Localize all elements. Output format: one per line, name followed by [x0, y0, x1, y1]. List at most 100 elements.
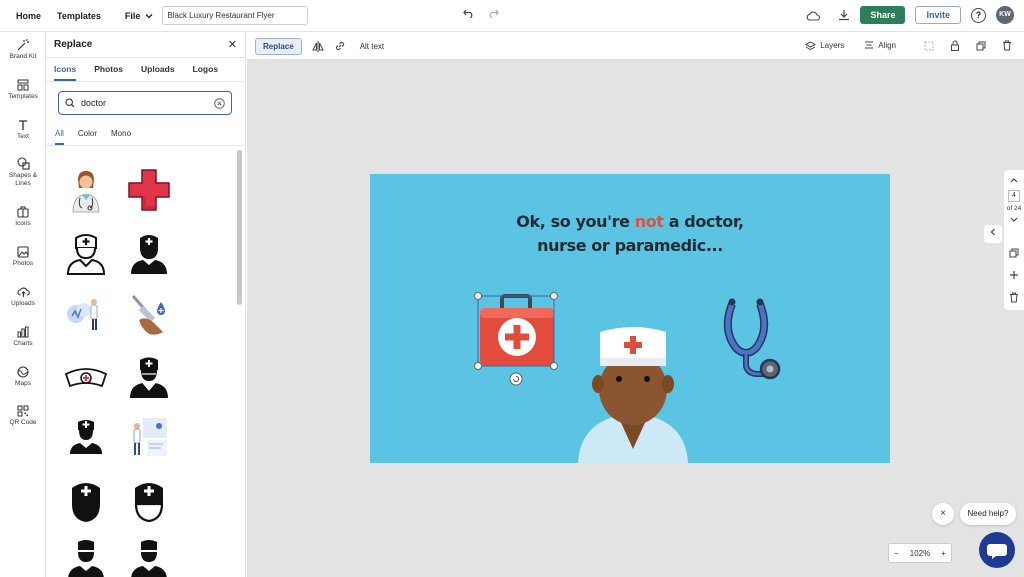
first-aid-kit-icon[interactable]	[474, 290, 566, 390]
search-icon	[65, 98, 75, 108]
rail-item-label: Text	[17, 133, 29, 140]
collapse-pages-button[interactable]	[984, 225, 1002, 243]
rail-item-label: QR Code	[9, 419, 37, 426]
replace-button[interactable]: Replace	[255, 37, 302, 55]
duplicate-icon[interactable]	[976, 41, 986, 51]
icon-results-grid	[54, 156, 234, 577]
link-icon[interactable]	[334, 40, 346, 52]
doctor-illustration-icon[interactable]	[62, 290, 110, 338]
stethoscope-icon[interactable]	[720, 294, 786, 380]
top-bar: Home Templates File Black Luxury Restaur…	[0, 0, 1024, 32]
filter-all[interactable]: All	[55, 126, 64, 145]
copy-page-icon[interactable]	[1009, 248, 1019, 258]
current-page-input[interactable]: 4	[1008, 190, 1020, 202]
surgeon-silhouette-icon[interactable]	[62, 414, 110, 462]
zoom-control: − 102% +	[888, 543, 952, 563]
tab-logos[interactable]: Logos	[193, 58, 219, 81]
rail-item-icons[interactable]: Icons	[0, 206, 46, 228]
rail-item-text[interactable]: Text	[0, 119, 46, 141]
rail-item-charts[interactable]: Charts	[0, 326, 46, 348]
need-help-bubble[interactable]: Need help?	[960, 503, 1016, 525]
zoom-in-button[interactable]: +	[941, 549, 946, 558]
share-button[interactable]: Share	[860, 6, 906, 24]
nurse-illustration[interactable]	[576, 324, 690, 463]
zoom-level[interactable]: 102%	[910, 549, 930, 558]
replace-panel: Replace ✕ Icons Photos Uploads Logos doc…	[46, 32, 246, 577]
home-link[interactable]: Home	[16, 11, 41, 21]
nurse-silhouette-icon[interactable]	[125, 228, 173, 276]
alt-text-button[interactable]: Alt text	[360, 42, 384, 51]
rail-item-qr-code[interactable]: QR Code	[0, 405, 46, 427]
delete-page-icon[interactable]	[1009, 292, 1019, 303]
rail-item-label: Templates	[8, 93, 38, 100]
rail-item-label: Photos	[12, 260, 34, 267]
doctors-illustration-icon[interactable]	[125, 414, 173, 462]
chevron-up-icon[interactable]	[1009, 176, 1019, 184]
templates-icon	[17, 79, 29, 91]
layers-button[interactable]: Layers	[820, 41, 844, 50]
redo-icon[interactable]	[488, 9, 499, 18]
rail-item-shapes-lines[interactable]: Shapes & Lines	[0, 157, 46, 188]
dismiss-help-button[interactable]: ×	[932, 503, 954, 525]
top-right-actions: Share Invite ? KW	[806, 6, 1014, 24]
female-doctor-icon[interactable]	[62, 166, 110, 214]
map-icon	[17, 366, 29, 378]
panel-title: Replace	[54, 39, 93, 50]
filter-mono[interactable]: Mono	[111, 126, 131, 145]
panel-tabs: Icons Photos Uploads Logos	[46, 58, 245, 82]
rail-item-templates[interactable]: Templates	[0, 79, 46, 101]
flip-icon[interactable]	[311, 40, 324, 52]
photos-icon	[17, 246, 29, 258]
position-icon[interactable]	[924, 41, 934, 51]
injection-hand-icon[interactable]	[125, 290, 173, 338]
rail-item-maps[interactable]: Maps	[0, 366, 46, 388]
file-menu[interactable]: File	[125, 11, 154, 21]
templates-link[interactable]: Templates	[57, 11, 101, 21]
chat-icon	[987, 544, 1007, 559]
tab-icons[interactable]: Icons	[54, 58, 77, 81]
surgeon-mask-alt-icon[interactable]	[125, 538, 173, 577]
rail-item-brand-kit[interactable]: Brand Kit	[0, 39, 46, 61]
chat-button[interactable]	[979, 532, 1015, 568]
nurse-cap-icon[interactable]	[62, 352, 110, 400]
headline-highlight-word: not	[634, 212, 664, 231]
headline-line2: nurse or paramedic...	[537, 236, 723, 255]
trash-icon[interactable]	[1002, 40, 1012, 51]
rail-item-label: Shapes & Lines	[8, 172, 38, 187]
align-icon[interactable]	[864, 41, 874, 51]
lock-icon[interactable]	[950, 40, 960, 51]
download-icon[interactable]	[838, 9, 850, 21]
headline-line1-end: a doctor,	[663, 212, 744, 231]
tab-photos[interactable]: Photos	[94, 58, 123, 81]
align-button[interactable]: Align	[878, 41, 896, 50]
help-icon[interactable]: ?	[971, 7, 986, 23]
nurse-outline-icon[interactable]	[62, 228, 110, 276]
rail-item-uploads[interactable]: Uploads	[0, 286, 46, 308]
avatar[interactable]: KW	[996, 6, 1014, 24]
slide-canvas[interactable]: Ok, so you're not a doctor, nurse or par…	[370, 174, 890, 463]
filter-color[interactable]: Color	[78, 126, 97, 145]
red-cross-icon[interactable]	[125, 166, 173, 214]
zoom-out-button[interactable]: −	[894, 549, 899, 558]
rail-item-photos[interactable]: Photos	[0, 246, 46, 268]
rail-item-label: Brand Kit	[9, 53, 37, 60]
doctor-silhouette-icon[interactable]	[125, 352, 173, 400]
clear-search-icon[interactable]	[214, 97, 225, 109]
toolbar-right-group: Layers Align	[805, 40, 1012, 51]
surgeon-mask-icon[interactable]	[62, 538, 110, 577]
cloud-sync-icon[interactable]	[806, 10, 821, 21]
panel-scrollbar[interactable]	[237, 150, 242, 305]
undo-icon[interactable]	[463, 9, 474, 18]
tab-uploads[interactable]: Uploads	[141, 58, 175, 81]
search-input[interactable]: doctor	[58, 91, 232, 115]
layers-icon[interactable]	[805, 40, 817, 51]
chevron-down-icon[interactable]	[1009, 216, 1019, 224]
nurse-hat-silhouette-icon[interactable]	[62, 476, 110, 524]
nurse-hat-outline-icon[interactable]	[125, 476, 173, 524]
invite-button[interactable]: Invite	[915, 6, 961, 24]
slide-headline[interactable]: Ok, so you're not a doctor, nurse or par…	[370, 210, 890, 258]
close-icon[interactable]: ✕	[228, 38, 237, 51]
chart-icon	[17, 326, 29, 338]
add-page-icon[interactable]	[1009, 270, 1019, 280]
document-name-input[interactable]: Black Luxury Restaurant Flyer	[162, 6, 309, 25]
